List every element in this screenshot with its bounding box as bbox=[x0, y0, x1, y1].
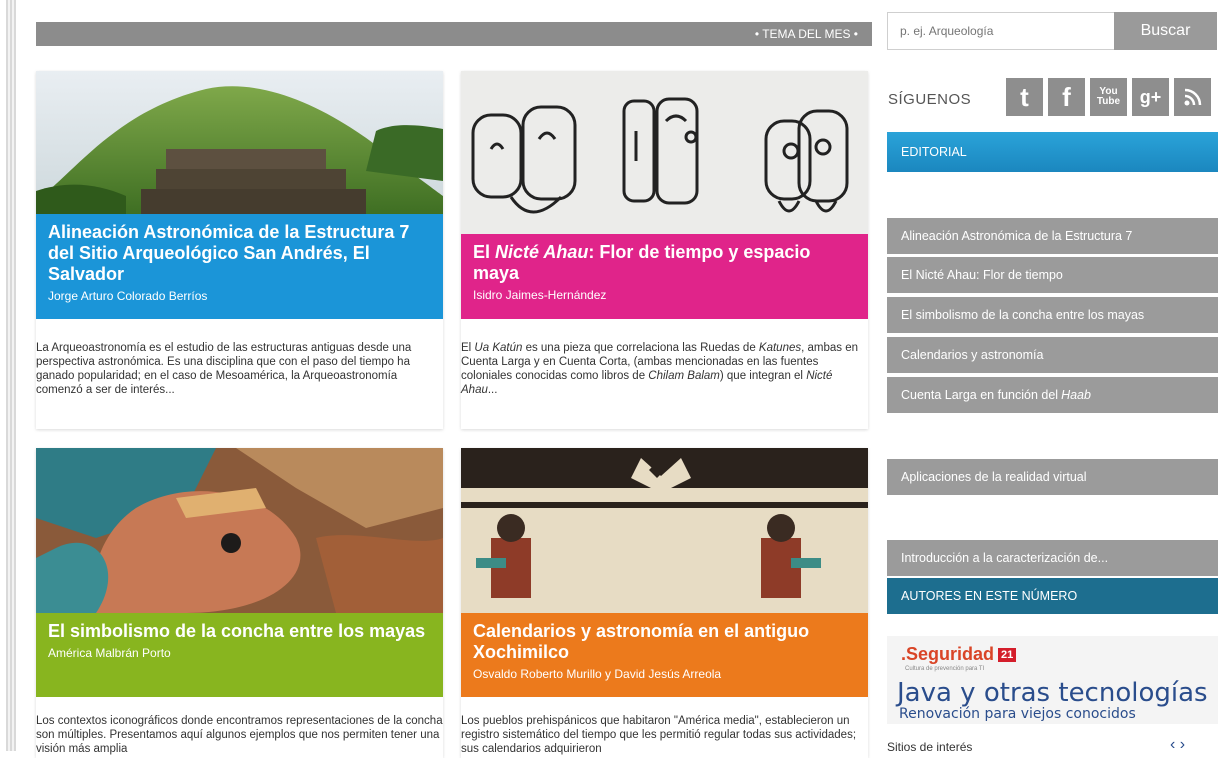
article-card-4[interactable]: Calendarios y astronomía en el antiguo X… bbox=[461, 448, 868, 758]
sidebar-link[interactable]: Introducción a la caracterización de... bbox=[887, 540, 1218, 576]
article-author: América Malbrán Porto bbox=[48, 646, 171, 660]
sidebar-link[interactable]: Cuenta Larga en función del Haab bbox=[887, 377, 1218, 413]
google-plus-icon[interactable]: g+ bbox=[1132, 78, 1169, 116]
twitter-icon[interactable]: t bbox=[1006, 78, 1043, 116]
sidebar-link[interactable]: Aplicaciones de la realidad virtual bbox=[887, 459, 1218, 495]
article-card-2[interactable]: El Nicté Ahau: Flor de tiempo y espacio … bbox=[461, 71, 868, 429]
article-excerpt: Los contextos iconográficos donde encont… bbox=[36, 715, 443, 755]
article-author: Jorge Arturo Colorado Berríos bbox=[48, 289, 208, 303]
authors-header[interactable]: AUTORES EN ESTE NÚMERO bbox=[887, 578, 1218, 614]
article-author: Isidro Jaimes-Hernández bbox=[473, 288, 607, 302]
facebook-icon[interactable]: f bbox=[1048, 78, 1085, 116]
tema-del-mes-label: • TEMA DEL MES • bbox=[754, 27, 858, 41]
article-title[interactable]: Alineación Astronómica de la Estructura … bbox=[48, 222, 431, 285]
seguridad-ad-banner[interactable]: .Seguridad 21 Cultura de prevención para … bbox=[887, 636, 1218, 724]
follow-label: SÍGUENOS bbox=[888, 91, 972, 108]
article-header-band[interactable]: El simbolismo de la concha entre los may… bbox=[36, 613, 443, 697]
youtube-icon[interactable]: You Tube bbox=[1090, 78, 1127, 116]
article-title[interactable]: El simbolismo de la concha entre los may… bbox=[48, 621, 431, 642]
article-excerpt: Los pueblos prehispánicos que habitaron … bbox=[461, 715, 857, 755]
ad-tagline: Cultura de prevención para TI bbox=[905, 666, 985, 672]
carousel-nav-icon[interactable]: ‹ › bbox=[1170, 736, 1185, 754]
rss-icon[interactable] bbox=[1174, 78, 1211, 116]
article-excerpt: El Ua Katún es una pieza que correlacion… bbox=[461, 342, 859, 396]
article-header-band[interactable]: Alineación Astronómica de la Estructura … bbox=[36, 214, 443, 319]
maya-mural-image[interactable] bbox=[36, 448, 443, 613]
article-header-band[interactable]: Calendarios y astronomía en el antiguo X… bbox=[461, 613, 868, 697]
glyph-image[interactable] bbox=[461, 71, 868, 234]
sidebar-link[interactable]: El simbolismo de la concha entre los may… bbox=[887, 297, 1218, 333]
article-excerpt: La Arqueoastronomía es el estudio de las… bbox=[36, 342, 412, 396]
sidebar-link[interactable]: Calendarios y astronomía bbox=[887, 337, 1218, 373]
sitios-de-interes-label: Sitios de interés bbox=[887, 740, 973, 754]
article-header-band[interactable]: El Nicté Ahau: Flor de tiempo y espacio … bbox=[461, 234, 868, 319]
ad-brand: .Seguridad 21 bbox=[901, 644, 1017, 665]
search-input[interactable] bbox=[887, 12, 1115, 50]
left-border-decoration bbox=[6, 0, 16, 751]
ad-title: Java y otras tecnologías bbox=[897, 678, 1208, 708]
article-title[interactable]: El Nicté Ahau: Flor de tiempo y espacio … bbox=[473, 242, 856, 284]
article-title[interactable]: Calendarios y astronomía en el antiguo X… bbox=[473, 621, 856, 663]
tema-del-mes-bar: • TEMA DEL MES • bbox=[36, 22, 872, 46]
search-button[interactable]: Buscar bbox=[1114, 12, 1217, 50]
pyramid-image[interactable] bbox=[36, 71, 443, 214]
ad-subtitle: Renovación para viejos conocidos bbox=[899, 706, 1136, 722]
article-author: Osvaldo Roberto Murillo y David Jesús Ar… bbox=[473, 667, 722, 681]
codex-image[interactable] bbox=[461, 448, 868, 613]
sidebar-link[interactable]: El Nicté Ahau: Flor de tiempo bbox=[887, 257, 1218, 293]
article-card-3[interactable]: El simbolismo de la concha entre los may… bbox=[36, 448, 443, 758]
sidebar-link[interactable]: Alineación Astronómica de la Estructura … bbox=[887, 218, 1218, 254]
article-card-1[interactable]: Alineación Astronómica de la Estructura … bbox=[36, 71, 443, 429]
editorial-header[interactable]: EDITORIAL bbox=[887, 132, 1218, 172]
